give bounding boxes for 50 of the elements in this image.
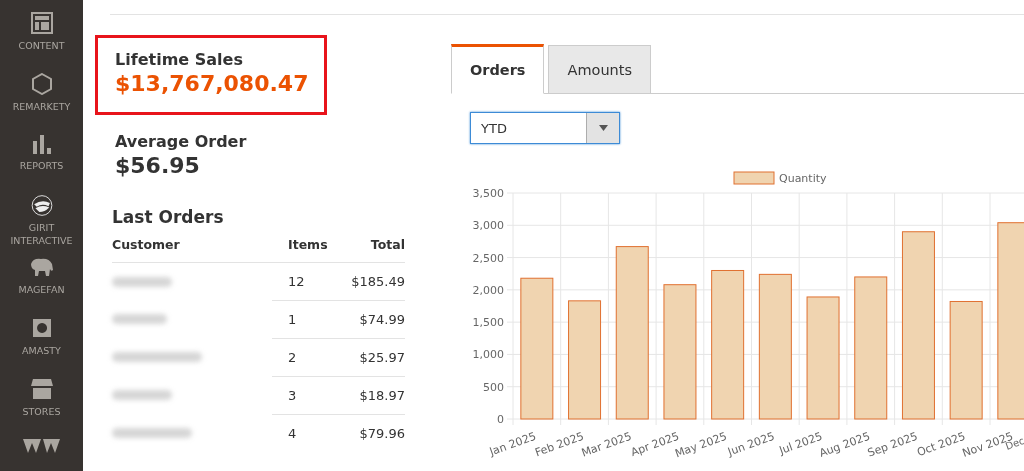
y-axis-label: 1,000 bbox=[472, 348, 504, 362]
amasty-logo-icon bbox=[30, 317, 53, 339]
table-cell: 2 bbox=[272, 338, 338, 376]
bar-chart-icon bbox=[31, 134, 52, 154]
table-cell: 4 bbox=[272, 414, 338, 452]
sidebar-item[interactable]: AMASTY bbox=[0, 317, 83, 369]
y-axis-label: 3,000 bbox=[472, 219, 504, 233]
stat-value: $13,767,080.47 bbox=[115, 71, 310, 96]
y-axis-label: 2,000 bbox=[472, 283, 504, 297]
table-cell: 3 bbox=[272, 376, 338, 414]
blurred-name bbox=[112, 389, 172, 400]
storefront-icon bbox=[29, 378, 54, 400]
column-header: Items bbox=[272, 237, 338, 263]
logo-icon bbox=[21, 439, 62, 453]
stat-label: Lifetime Sales bbox=[115, 50, 244, 69]
tab[interactable]: Amounts bbox=[548, 45, 652, 94]
sidebar-item[interactable]: GIRIT INTERACTIVE bbox=[0, 195, 83, 247]
y-axis-label: 3,500 bbox=[472, 187, 504, 200]
column-header: Customer bbox=[112, 237, 272, 263]
hexagon-icon bbox=[31, 73, 52, 95]
sidebar-item[interactable]: MAGEFAN bbox=[0, 256, 83, 308]
blurred-name bbox=[112, 276, 172, 287]
x-axis-label: Jun 2025 bbox=[726, 429, 777, 459]
y-axis-label: 1,500 bbox=[472, 316, 504, 330]
y-axis-label: 500 bbox=[483, 380, 504, 394]
table-cell: 1 bbox=[272, 300, 338, 338]
table-cell: $74.99 bbox=[338, 300, 405, 338]
y-axis-label: 0 bbox=[497, 413, 504, 426]
period-select[interactable]: YTD bbox=[470, 112, 620, 144]
legend-label: Quantity bbox=[779, 172, 828, 185]
table-cell-text: $185.49 bbox=[350, 273, 405, 291]
table-cell: $18.97 bbox=[338, 376, 405, 414]
table-cell: $25.97 bbox=[338, 338, 405, 376]
chart-legend: Quantity bbox=[733, 171, 827, 185]
elephant-icon bbox=[28, 256, 55, 278]
layout-icon bbox=[30, 12, 53, 34]
stat-value: $56.95 bbox=[115, 153, 201, 178]
sidebar-item[interactable]: CONTENT bbox=[0, 12, 83, 64]
y-axis-label: 2,500 bbox=[472, 251, 504, 265]
sidebar-item[interactable]: STORES bbox=[0, 378, 83, 430]
table-cell-text: 12 bbox=[287, 273, 306, 291]
blurred-name bbox=[112, 313, 167, 324]
caret-icon bbox=[598, 125, 608, 131]
stat-label: Average Order bbox=[115, 132, 248, 151]
section-title: Last Orders bbox=[112, 207, 225, 227]
column-header: Total bbox=[338, 237, 405, 263]
tab[interactable]: Orders bbox=[451, 44, 545, 94]
sidebar-item[interactable]: REMARKETY bbox=[0, 73, 83, 125]
table-cell: $79.96 bbox=[338, 414, 405, 452]
sidebar-item[interactable]: REPORTS bbox=[0, 134, 83, 186]
